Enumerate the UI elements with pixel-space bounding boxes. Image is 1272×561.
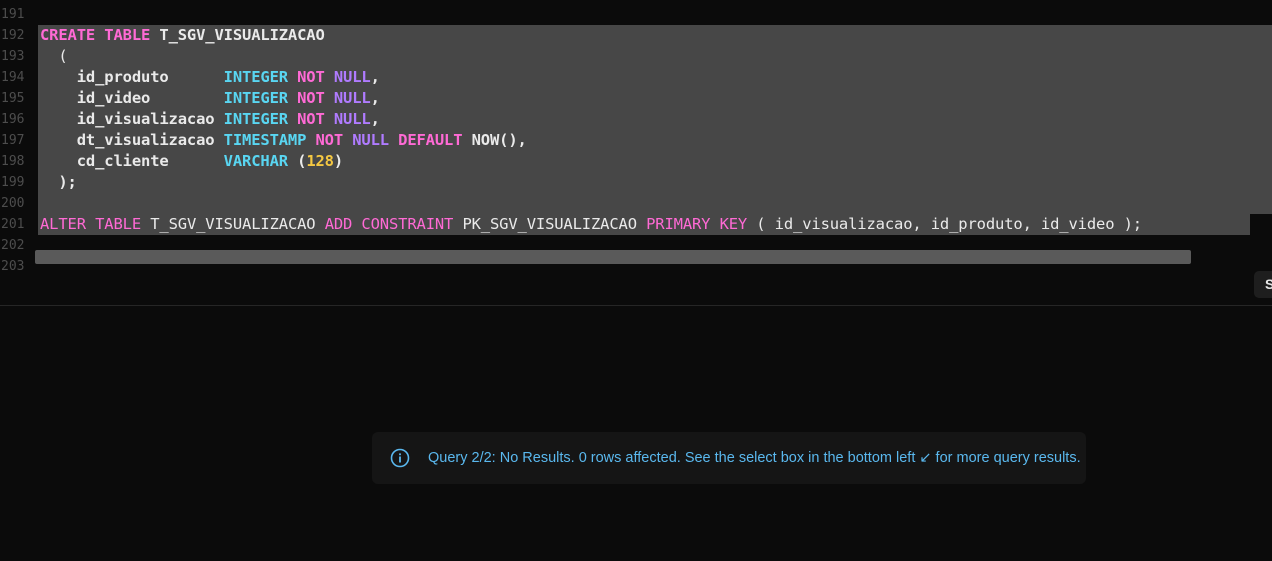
- line-number: 192: [1, 28, 25, 43]
- comma: ,: [370, 89, 380, 107]
- column-name: dt_visualizacao: [76, 131, 224, 149]
- code-line: 199 );: [0, 172, 1272, 193]
- code-line: 193 (: [0, 46, 1272, 67]
- constraint-name: PK_SGV_VISUALIZACAO: [462, 215, 637, 233]
- query-result-toast: Query 2/2: No Results. 0 rows affected. …: [372, 432, 1086, 484]
- column-name: id_video: [76, 89, 224, 107]
- horizontal-scrollbar[interactable]: [35, 250, 1191, 264]
- line-number: 199: [1, 175, 25, 190]
- line-number: 194: [1, 70, 25, 85]
- column-name: id_visualizacao: [76, 110, 224, 128]
- code-line: 194 id_produto INTEGER NOT NULL,: [0, 67, 1272, 88]
- close-paren: ): [333, 152, 344, 170]
- keyword-table: TABLE: [104, 26, 151, 44]
- sql-editor[interactable]: 191 192 CREATE TABLE T_SGV_VISUALIZACAO …: [0, 0, 1272, 272]
- line-number: 196: [1, 112, 25, 127]
- code-line: 201 ALTER TABLE T_SGV_VISUALIZACAO ADD C…: [0, 214, 1272, 235]
- keyword-not: NOT: [297, 68, 325, 86]
- keyword-null: NULL: [352, 131, 389, 149]
- keyword-not: NOT: [315, 131, 344, 149]
- line-number: 198: [1, 154, 25, 169]
- keyword-null: NULL: [333, 110, 371, 128]
- keyword-key: KEY: [719, 215, 748, 233]
- keyword-table: TABLE: [95, 215, 142, 233]
- code-line: 200: [0, 193, 1272, 214]
- line-number: 195: [1, 91, 25, 106]
- key-columns: ( id_visualizacao, id_produto, id_video …: [756, 215, 1142, 233]
- function-parens: (),: [499, 131, 527, 149]
- keyword-default: DEFAULT: [398, 131, 463, 149]
- line-number: 201: [1, 217, 25, 232]
- column-type: INTEGER: [223, 110, 288, 128]
- close-statement: );: [58, 173, 77, 191]
- column-name: cd_cliente: [76, 152, 224, 170]
- table-name: T_SGV_VISUALIZACAO: [159, 26, 325, 44]
- column-type: TIMESTAMP: [223, 131, 307, 149]
- table-name: T_SGV_VISUALIZACAO: [150, 215, 316, 233]
- column-type: INTEGER: [223, 89, 288, 107]
- column-type: INTEGER: [223, 68, 288, 86]
- keyword-alter: ALTER: [40, 215, 86, 233]
- line-number: 200: [1, 196, 25, 211]
- number-literal: 128: [306, 152, 334, 170]
- keyword-create: CREATE: [40, 26, 96, 44]
- line-number: 193: [1, 49, 25, 64]
- column-name: id_produto: [76, 68, 224, 86]
- code-line: 198 cd_cliente VARCHAR (128): [0, 151, 1272, 172]
- code-line: 191: [0, 4, 1272, 25]
- side-button[interactable]: S: [1254, 271, 1272, 298]
- open-paren: (: [58, 47, 68, 65]
- comma: ,: [370, 110, 380, 128]
- line-number: 197: [1, 133, 25, 148]
- keyword-constraint: CONSTRAINT: [361, 215, 454, 233]
- keyword-not: NOT: [297, 89, 325, 107]
- function-now: NOW: [471, 131, 500, 149]
- code-line: 196 id_visualizacao INTEGER NOT NULL,: [0, 109, 1272, 130]
- keyword-null: NULL: [333, 89, 371, 107]
- code-line: 192 CREATE TABLE T_SGV_VISUALIZACAO: [0, 25, 1272, 46]
- code-line: 197 dt_visualizacao TIMESTAMP NOT NULL D…: [0, 130, 1272, 151]
- keyword-primary: PRIMARY: [646, 215, 711, 233]
- keyword-not: NOT: [297, 110, 325, 128]
- toast-message: Query 2/2: No Results. 0 rows affected. …: [428, 450, 1081, 466]
- line-number: 191: [1, 7, 25, 22]
- code-line: 195 id_video INTEGER NOT NULL,: [0, 88, 1272, 109]
- comma: ,: [370, 68, 380, 86]
- keyword-add: ADD: [324, 215, 353, 233]
- column-type: VARCHAR: [223, 152, 288, 170]
- info-icon: [390, 448, 410, 468]
- open-paren: (: [297, 152, 307, 170]
- keyword-null: NULL: [333, 68, 371, 86]
- line-number: 203: [1, 259, 25, 272]
- line-number: 202: [1, 238, 25, 253]
